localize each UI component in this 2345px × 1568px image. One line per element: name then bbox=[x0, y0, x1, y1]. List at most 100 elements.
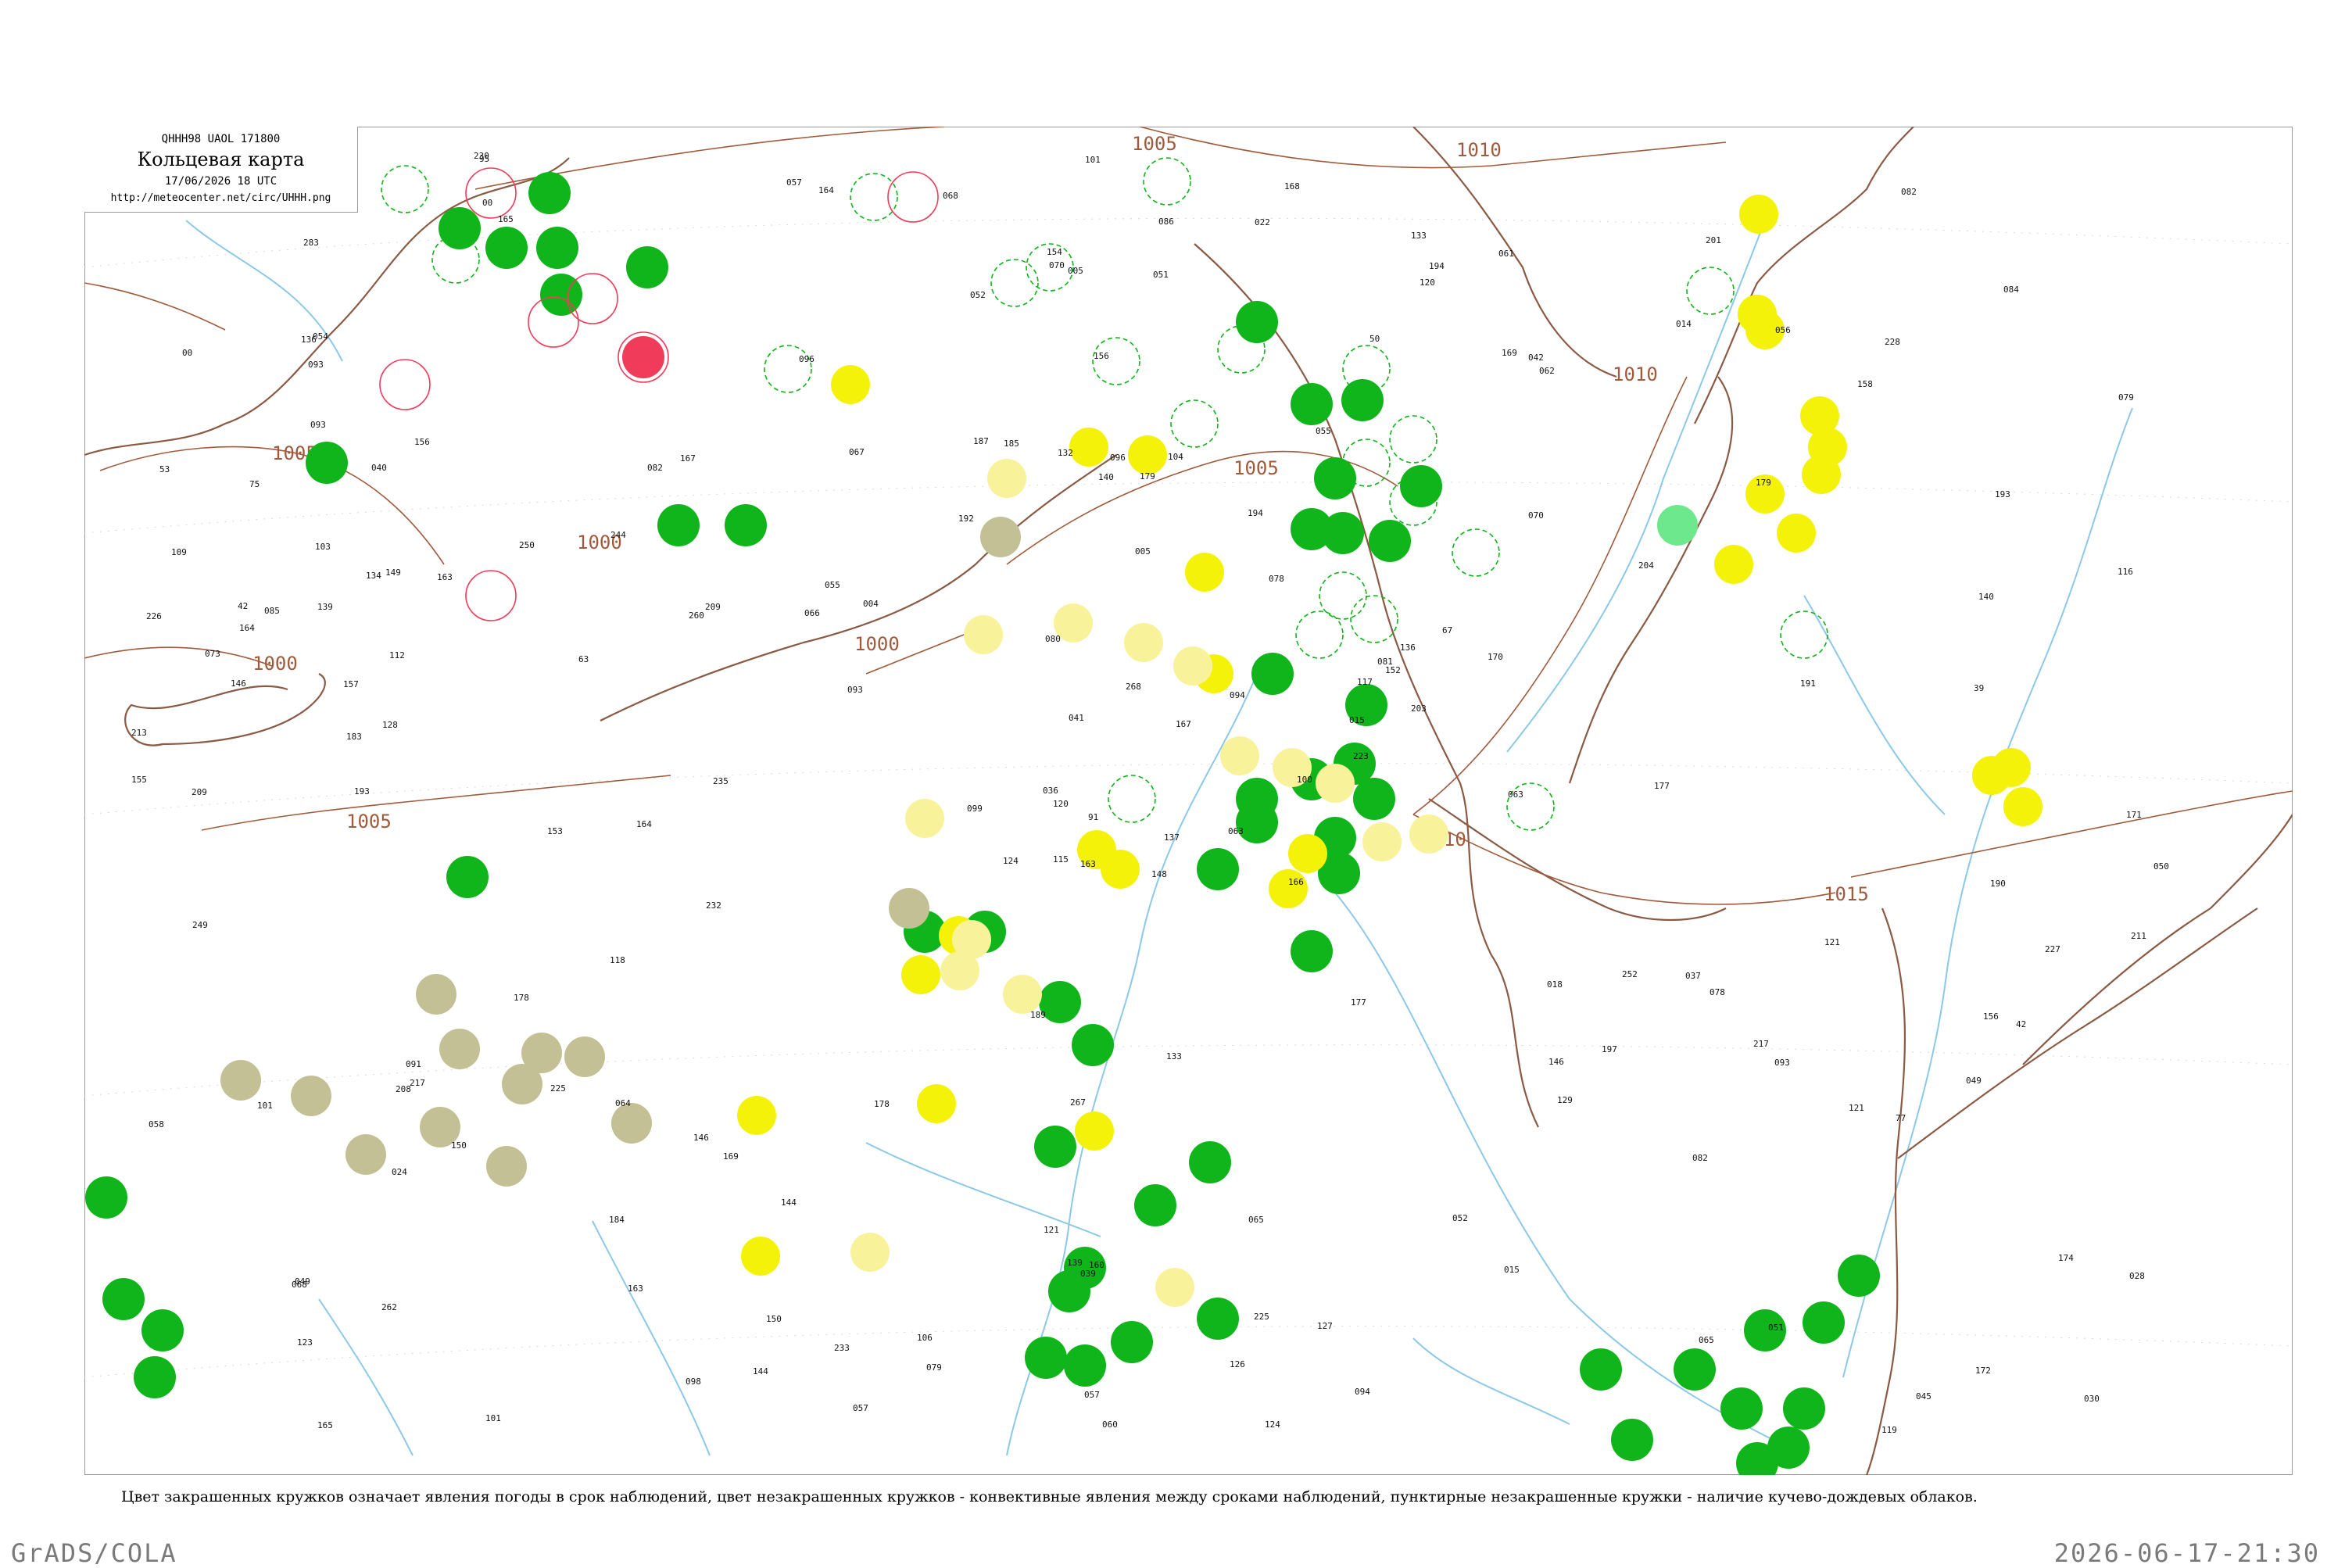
station-value: 136 bbox=[1400, 643, 1416, 653]
station-value: 068 bbox=[943, 191, 958, 201]
station-value: 249 bbox=[192, 920, 208, 930]
station-value: 171 bbox=[2126, 810, 2142, 820]
map-url[interactable]: http://meteocenter.net/circ/UHHH.png bbox=[84, 192, 357, 204]
weather-marker-green bbox=[1838, 1255, 1880, 1297]
weather-marker-green bbox=[1674, 1348, 1716, 1391]
station-value: 062 bbox=[1539, 366, 1555, 376]
station-value: 209 bbox=[192, 787, 207, 797]
weather-marker-green bbox=[1341, 379, 1384, 421]
station-value: 156 bbox=[1983, 1011, 1999, 1022]
station-value: 201 bbox=[1706, 235, 1721, 245]
station-value: 164 bbox=[239, 623, 255, 633]
weather-marker-pale bbox=[1124, 623, 1163, 662]
station-value: 148 bbox=[1151, 869, 1167, 879]
weather-marker-olive bbox=[502, 1064, 542, 1104]
weather-marker-green bbox=[1783, 1387, 1825, 1430]
weather-marker-red bbox=[622, 336, 664, 378]
weather-marker-green bbox=[1580, 1348, 1622, 1391]
station-value: 091 bbox=[406, 1059, 421, 1069]
station-value: 165 bbox=[498, 214, 514, 224]
weather-marker-olive bbox=[345, 1134, 386, 1175]
map-title: Кольцевая карта bbox=[137, 149, 305, 170]
weather-marker-pale bbox=[1003, 975, 1042, 1014]
station-value: 169 bbox=[723, 1151, 739, 1162]
weather-marker-pale bbox=[1173, 646, 1212, 686]
station-value: 217 bbox=[410, 1078, 425, 1088]
station-value: 139 bbox=[1067, 1258, 1083, 1268]
station-value: 160 bbox=[1089, 1260, 1104, 1270]
weather-marker-pale bbox=[964, 615, 1003, 654]
isobar-label: 1010 bbox=[1613, 363, 1658, 385]
station-value: 078 bbox=[1710, 987, 1725, 997]
station-value: 156 bbox=[414, 437, 430, 447]
station-value: 227 bbox=[2045, 944, 2060, 954]
station-value: 179 bbox=[1756, 478, 1771, 488]
station-value: 168 bbox=[1284, 181, 1300, 192]
weather-marker-green bbox=[626, 246, 668, 288]
station-value: 158 bbox=[1857, 379, 1873, 389]
station-value: 185 bbox=[1004, 439, 1019, 449]
station-value: 166 bbox=[1288, 877, 1304, 887]
station-value: 049 bbox=[1966, 1076, 1982, 1086]
station-value: 183 bbox=[346, 732, 362, 742]
station-value: 250 bbox=[519, 540, 535, 550]
weather-marker-green bbox=[528, 172, 571, 214]
station-value: 164 bbox=[636, 819, 652, 829]
cb-ring-green bbox=[381, 165, 429, 213]
cb-ring-green bbox=[990, 259, 1039, 307]
station-value: 209 bbox=[705, 602, 721, 612]
weather-marker-green bbox=[536, 227, 578, 269]
weather-marker-pale bbox=[940, 951, 979, 990]
station-value: 024 bbox=[392, 1167, 407, 1177]
station-value: 093 bbox=[308, 360, 324, 370]
station-value: 112 bbox=[389, 650, 405, 660]
station-value: 060 bbox=[1102, 1419, 1118, 1430]
cb-ring-green bbox=[850, 173, 898, 221]
station-value: 041 bbox=[1069, 713, 1084, 723]
station-value: 177 bbox=[1351, 997, 1366, 1008]
station-value: 267 bbox=[1070, 1097, 1086, 1108]
station-value: 052 bbox=[970, 290, 986, 300]
station-value: 140 bbox=[1098, 472, 1114, 482]
station-value: 203 bbox=[1411, 703, 1427, 714]
station-value: 140 bbox=[1978, 592, 1994, 602]
bulletin-code: QHHH98 UAOL 171800 bbox=[161, 133, 281, 145]
station-value: 068 bbox=[292, 1280, 307, 1290]
station-value: 055 bbox=[825, 580, 840, 590]
isobar-label: 1000 bbox=[252, 653, 298, 675]
legend-note: Цвет закрашенных кружков означает явлени… bbox=[121, 1488, 1978, 1505]
station-value: 051 bbox=[1768, 1323, 1784, 1333]
weather-marker-olive bbox=[439, 1029, 480, 1069]
station-value: 169 bbox=[1502, 348, 1517, 358]
weather-marker-pale bbox=[1316, 764, 1355, 803]
station-value: 123 bbox=[297, 1337, 313, 1348]
weather-marker-green bbox=[1720, 1387, 1763, 1430]
station-value: 015 bbox=[1349, 715, 1365, 725]
map-title-box: QHHH98 UAOL 171800 Кольцевая карта 17/06… bbox=[84, 127, 358, 213]
station-value: 184 bbox=[609, 1215, 625, 1225]
station-value: 150 bbox=[766, 1314, 782, 1324]
station-value: 174 bbox=[2058, 1253, 2074, 1263]
weather-marker-green bbox=[1291, 383, 1333, 425]
weather-marker-green bbox=[1072, 1024, 1114, 1066]
weather-marker-olive bbox=[564, 1036, 605, 1077]
station-value: 133 bbox=[1411, 231, 1427, 241]
station-value: 063 bbox=[1508, 789, 1523, 800]
footer-software: GrADS/COLA bbox=[11, 1538, 177, 1568]
station-value: 157 bbox=[343, 679, 359, 689]
station-value: 155 bbox=[131, 775, 147, 785]
station-value: 144 bbox=[753, 1366, 768, 1376]
station-value: 004 bbox=[863, 599, 879, 609]
station-value: 213 bbox=[131, 728, 147, 738]
graticule bbox=[84, 217, 2293, 1378]
weather-marker-yellow bbox=[2003, 787, 2042, 826]
station-value: 022 bbox=[1255, 217, 1270, 227]
station-value: 106 bbox=[917, 1333, 933, 1343]
weather-marker-green bbox=[85, 1176, 127, 1219]
weather-marker-green bbox=[1134, 1184, 1176, 1226]
station-value: 065 bbox=[1248, 1215, 1264, 1225]
station-value: 190 bbox=[1990, 879, 2006, 889]
weather-marker-olive bbox=[486, 1146, 527, 1187]
station-value: 95 bbox=[479, 154, 489, 164]
station-value: 193 bbox=[1995, 489, 2010, 499]
